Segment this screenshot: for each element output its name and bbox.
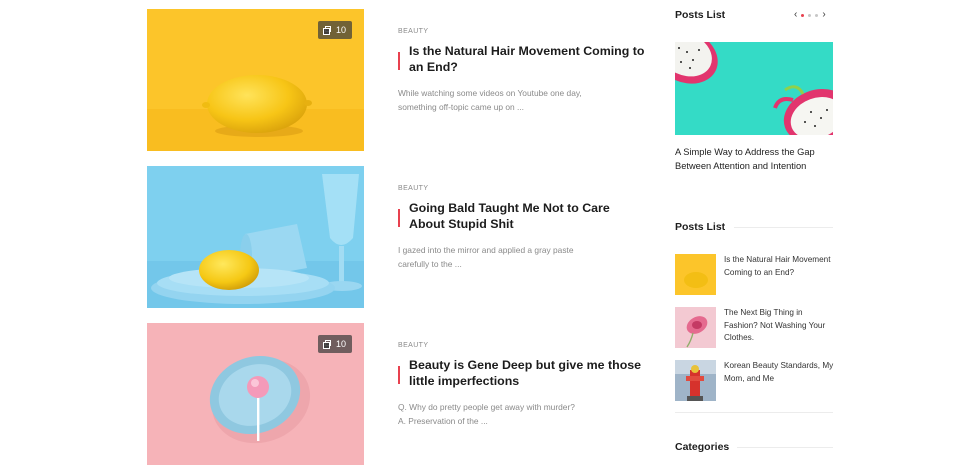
list-item-title[interactable]: Is the Natural Hair Movement Coming to a… bbox=[724, 254, 836, 279]
post-category[interactable]: Beauty bbox=[398, 185, 428, 192]
list-item: The Next Big Thing in Fashion? Not Washi… bbox=[675, 307, 835, 349]
post-card: Beauty Going Bald Taught Me Not to Care … bbox=[147, 166, 647, 309]
post-excerpt: While watching some videos on Youtube on… bbox=[398, 88, 582, 112]
slider-dot[interactable] bbox=[801, 13, 805, 17]
list-item: Is the Natural Hair Movement Coming to a… bbox=[675, 254, 835, 296]
list-item-title[interactable]: Korean Beauty Standards, My Mom, and Me bbox=[724, 360, 836, 385]
post-card: 10 Beauty Beauty is Gene Deep but give m… bbox=[147, 323, 647, 466]
featured-post-title[interactable]: A Simple Way to Address the Gap Between … bbox=[675, 145, 825, 173]
post-card: 10 Beauty Is the Natural Hair Movement C… bbox=[147, 9, 647, 152]
widget-divider bbox=[675, 412, 833, 413]
list-item-title[interactable]: The Next Big Thing in Fashion? Not Washi… bbox=[724, 307, 836, 345]
list-item-thumbnail[interactable] bbox=[675, 254, 716, 295]
slider-nav: ‹ › bbox=[794, 10, 826, 20]
chevron-left-icon[interactable]: ‹ bbox=[794, 10, 797, 20]
list-item-thumbnail[interactable] bbox=[675, 360, 716, 401]
featured-post-image[interactable] bbox=[675, 42, 833, 135]
post-title[interactable]: Going Bald Taught Me Not to Care About S… bbox=[398, 200, 648, 232]
post-category[interactable]: Beauty bbox=[398, 28, 428, 35]
slider-dot[interactable] bbox=[808, 13, 812, 17]
list-item-thumbnail[interactable] bbox=[675, 307, 716, 348]
chevron-right-icon[interactable]: › bbox=[822, 10, 825, 20]
pink-flower-thumb bbox=[675, 307, 716, 348]
gallery-icon bbox=[322, 25, 332, 35]
gallery-count: 10 bbox=[335, 25, 346, 35]
gallery-count-badge: 10 bbox=[317, 335, 352, 353]
post-title[interactable]: Is the Natural Hair Movement Coming to a… bbox=[398, 43, 648, 75]
lemon-thumb bbox=[675, 254, 716, 295]
post-thumbnail[interactable]: 10 bbox=[147, 323, 364, 465]
red-hydrant-thumb bbox=[675, 360, 716, 401]
gallery-count: 10 bbox=[335, 339, 346, 349]
post-thumbnail[interactable] bbox=[147, 166, 364, 308]
post-excerpt: I gazed into the mirror and applied a gr… bbox=[398, 245, 574, 269]
list-item: Korean Beauty Standards, My Mom, and Me bbox=[675, 360, 835, 402]
post-category[interactable]: Beauty bbox=[398, 342, 428, 349]
gallery-count-badge: 10 bbox=[317, 21, 352, 39]
post-thumbnail[interactable]: 10 bbox=[147, 9, 364, 151]
categories-title: Categories bbox=[675, 441, 730, 453]
slider-widget-title: Posts List bbox=[675, 9, 726, 21]
slider-dot[interactable] bbox=[815, 13, 819, 17]
dragon-fruit-image bbox=[675, 42, 833, 135]
widget-title-divider bbox=[734, 227, 833, 228]
lemon-plates-image bbox=[147, 166, 364, 308]
widget-title-divider bbox=[737, 447, 833, 448]
gallery-icon bbox=[322, 339, 332, 349]
post-excerpt: Q. Why do pretty people get away with mu… bbox=[398, 402, 575, 426]
post-title[interactable]: Beauty is Gene Deep but give me those li… bbox=[398, 357, 648, 389]
posts-list-title: Posts List bbox=[675, 221, 726, 233]
